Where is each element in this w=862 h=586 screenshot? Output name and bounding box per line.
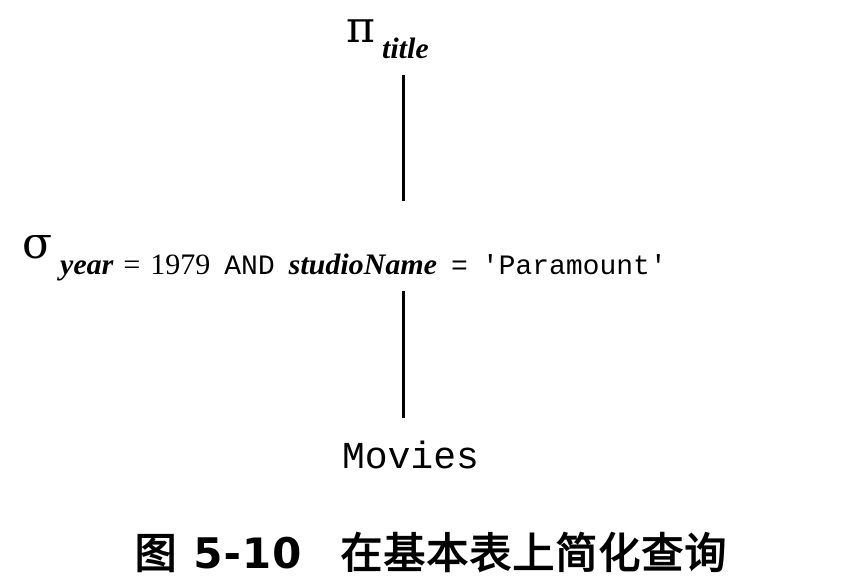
figure-number: 图 5-10 <box>134 529 303 578</box>
relation-movies: Movies <box>342 437 479 480</box>
condition-op-eq-2: = <box>451 252 468 283</box>
tree-edge-selection-relation <box>402 291 405 418</box>
projection-operator: π <box>346 2 375 53</box>
figure-caption: 图 5-10 在基本表上简化查询 <box>0 520 862 581</box>
condition-attr-year: year <box>60 248 114 281</box>
condition-op-eq-1: = <box>123 248 141 281</box>
condition-value-studio: 'Paramount' <box>481 252 667 283</box>
selection-operator: σ <box>22 218 53 269</box>
condition-value-year: 1979 <box>150 248 211 281</box>
projection-attribute: title <box>382 32 429 65</box>
figure-title: 在基本表上简化查询 <box>340 529 728 578</box>
condition-attr-studio: studioName <box>288 248 438 281</box>
tree-edge-projection-selection <box>402 75 405 201</box>
condition-connector: AND <box>224 252 275 283</box>
selection-condition: year = 1979 AND studioName = 'Paramount' <box>60 250 667 282</box>
